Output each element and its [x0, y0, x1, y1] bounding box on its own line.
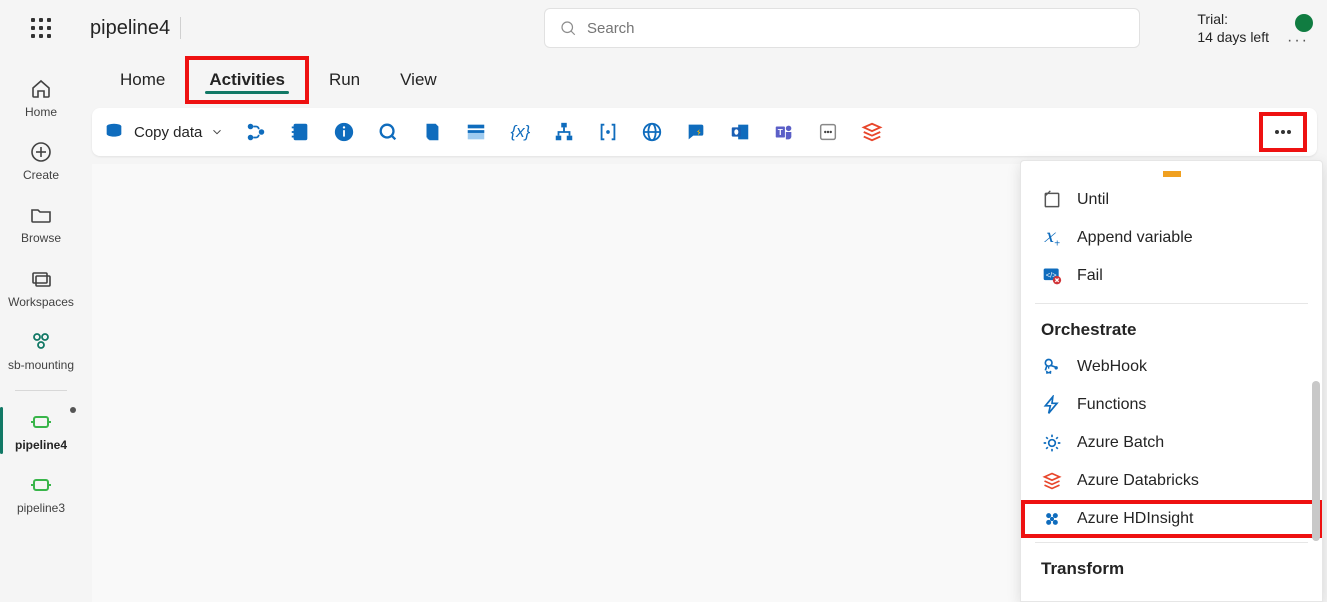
activity-azure-hdinsight[interactable]: Azure HDInsight	[1021, 500, 1322, 538]
activities-toolbar: Copy data {x} T	[92, 108, 1317, 156]
tab-run[interactable]: Run	[309, 60, 380, 100]
form-icon[interactable]	[464, 120, 488, 144]
more-horizontal-icon	[1271, 120, 1295, 144]
toolbar-more-button[interactable]	[1259, 112, 1307, 152]
variable-icon[interactable]: {x}	[508, 120, 532, 144]
info-icon[interactable]	[332, 120, 356, 144]
flowchart-icon[interactable]	[552, 120, 576, 144]
trial-days: 14 days left	[1197, 28, 1269, 46]
rail-workspace-label: sb-mounting	[8, 359, 74, 372]
activity-until[interactable]: Until	[1021, 181, 1322, 219]
tab-view[interactable]: View	[380, 60, 457, 100]
rail-divider	[15, 390, 67, 391]
databricks-icon	[1041, 470, 1063, 492]
activities-dropdown: Until 𝑥+ Append variable </> Fail Orches…	[1020, 160, 1323, 602]
activity-fail-label: Fail	[1077, 267, 1103, 285]
database-icon	[102, 120, 126, 144]
script-icon[interactable]	[420, 120, 444, 144]
hdinsight-icon	[1041, 508, 1063, 530]
copy-data-button[interactable]: Copy data	[102, 120, 224, 144]
activity-webhook[interactable]: WebHook	[1021, 348, 1322, 386]
plus-circle-icon	[28, 139, 54, 165]
rail-browse[interactable]: Browse	[0, 194, 82, 257]
webhook-icon	[1041, 356, 1063, 378]
rail-pipeline-other[interactable]: pipeline3	[0, 464, 82, 527]
magnifier-icon[interactable]	[376, 120, 400, 144]
rail-workspaces-label: Workspaces	[8, 296, 74, 309]
rail-workspaces[interactable]: Workspaces	[0, 258, 82, 321]
activity-webhook-label: WebHook	[1077, 358, 1147, 376]
grid-dots-icon[interactable]	[816, 120, 840, 144]
rail-create[interactable]: Create	[0, 131, 82, 194]
copy-data-label: Copy data	[134, 124, 202, 141]
rail-home[interactable]: Home	[0, 68, 82, 131]
app-launcher-button[interactable]	[0, 0, 82, 56]
search-field[interactable]	[587, 20, 1125, 37]
header-bar: pipeline4 Trial: 14 days left ···	[0, 0, 1327, 56]
rail-workspace-current[interactable]: sb-mounting	[0, 321, 82, 384]
functions-icon	[1041, 394, 1063, 416]
scrollbar-thumb[interactable]	[1312, 381, 1320, 541]
until-icon	[1041, 189, 1063, 211]
tab-activities[interactable]: Activities	[185, 56, 309, 104]
dropdown-divider	[1035, 303, 1308, 304]
workspace-icon	[28, 329, 54, 355]
pipeline-icon	[28, 409, 54, 435]
left-rail: Home Create Browse Workspaces sb-mountin…	[0, 56, 82, 602]
activity-functions[interactable]: Functions	[1021, 386, 1322, 424]
rail-browse-label: Browse	[21, 232, 61, 245]
outlook-icon[interactable]	[728, 120, 752, 144]
trial-status: Trial: 14 days left	[1197, 10, 1269, 46]
activity-azure-batch[interactable]: Azure Batch	[1021, 424, 1322, 462]
rail-pipeline-other-label: pipeline3	[17, 502, 65, 515]
activity-azure-hdinsight-label: Azure HDInsight	[1077, 510, 1194, 528]
fail-icon: </>	[1041, 265, 1063, 287]
search-icon	[559, 19, 577, 37]
workspaces-icon	[28, 266, 54, 292]
activity-append-label: Append variable	[1077, 229, 1193, 247]
activity-append-variable[interactable]: 𝑥+ Append variable	[1021, 219, 1322, 257]
sub-nav: Home Activities Run View	[82, 56, 1327, 104]
rail-pipeline-active[interactable]: pipeline4	[0, 401, 82, 464]
branch-icon[interactable]	[244, 120, 268, 144]
bracket-plus-icon[interactable]	[596, 120, 620, 144]
svg-text:T: T	[778, 128, 783, 137]
partial-top-icon	[1161, 171, 1183, 179]
activity-azure-databricks[interactable]: Azure Databricks	[1021, 462, 1322, 500]
append-variable-icon: 𝑥+	[1041, 227, 1063, 249]
rail-pipeline-active-label: pipeline4	[15, 439, 67, 452]
title-divider	[180, 17, 181, 39]
pipeline-icon	[28, 472, 54, 498]
dropdown-divider	[1035, 542, 1308, 543]
avatar[interactable]	[1295, 14, 1313, 32]
activity-azure-batch-label: Azure Batch	[1077, 434, 1164, 452]
header-more-icon[interactable]: ···	[1287, 32, 1309, 50]
tab-home[interactable]: Home	[100, 60, 185, 100]
activity-azure-databricks-label: Azure Databricks	[1077, 472, 1199, 490]
activity-fail[interactable]: </> Fail	[1021, 257, 1322, 295]
gear-icon	[1041, 432, 1063, 454]
home-icon	[28, 76, 54, 102]
activity-until-label: Until	[1077, 191, 1109, 209]
rail-home-label: Home	[25, 106, 57, 119]
page-title: pipeline4	[90, 17, 170, 40]
activity-functions-label: Functions	[1077, 396, 1146, 414]
layers-icon[interactable]	[860, 120, 884, 144]
search-input[interactable]	[544, 8, 1140, 48]
globe-icon[interactable]	[640, 120, 664, 144]
chat-bolt-icon[interactable]	[684, 120, 708, 144]
section-transform: Transform	[1021, 547, 1322, 587]
trial-label: Trial:	[1197, 10, 1269, 28]
section-orchestrate: Orchestrate	[1021, 308, 1322, 348]
folder-icon	[28, 202, 54, 228]
notebook-icon[interactable]	[288, 120, 312, 144]
rail-create-label: Create	[23, 169, 59, 182]
chevron-down-icon	[210, 125, 224, 139]
teams-icon[interactable]: T	[772, 120, 796, 144]
waffle-icon	[31, 18, 51, 38]
